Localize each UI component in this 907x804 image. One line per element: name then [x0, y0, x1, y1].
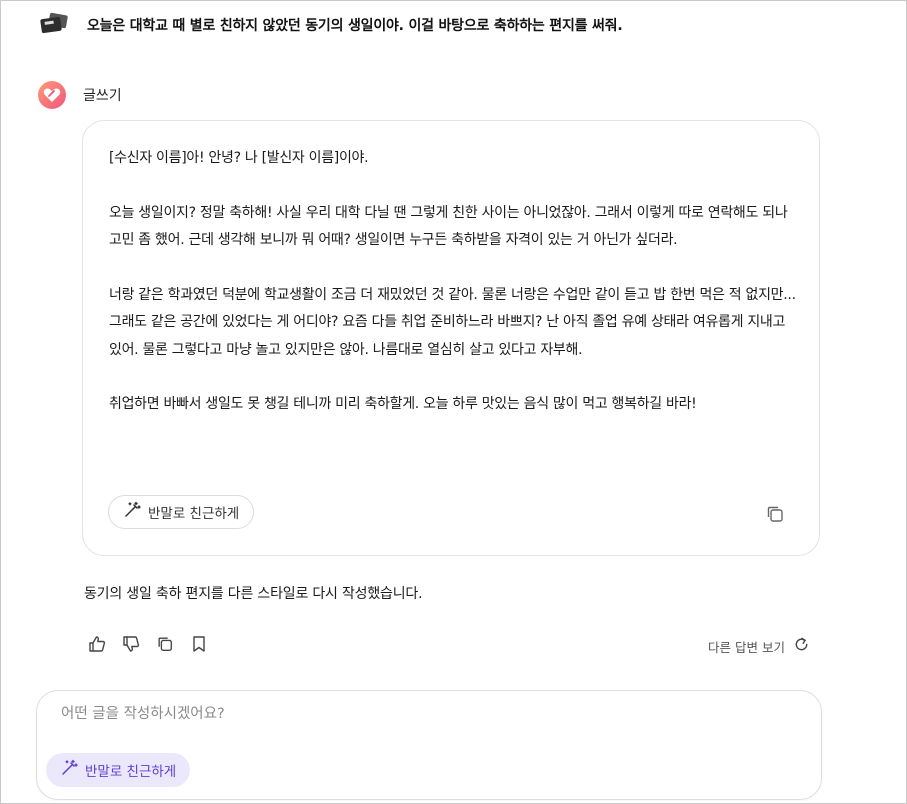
letter-content: [수신자 이름]아! 안녕? 나 [발신자 이름]이야. 오늘 생일이지? 정말…: [109, 145, 799, 446]
response-actions: [87, 634, 209, 654]
assistant-header: 글쓰기: [38, 81, 122, 109]
magic-wand-icon: [123, 501, 141, 523]
assistant-label: 글쓰기: [83, 88, 122, 104]
assistant-logo-icon: [38, 81, 66, 109]
user-avatar: [39, 11, 69, 39]
bookmark-icon[interactable]: [189, 634, 209, 654]
letter-paragraph: 너랑 같은 학과였던 덕분에 학교생활이 조금 더 재밌었던 것 같아. 물론 …: [109, 286, 796, 358]
letter-paragraph: 오늘 생일이지? 정말 축하해! 사실 우리 대학 다닐 땐 그렇게 친한 사이…: [109, 204, 788, 249]
letter-paragraph: 취업하면 바빠서 생일도 못 챙길 테니까 미리 축하할게. 오늘 하루 맛있는…: [109, 396, 697, 412]
input-style-chip-button[interactable]: 반말로 친근하게: [46, 753, 191, 787]
user-message-row: 오늘은 대학교 때 별로 친하지 않았던 동기의 생일이야. 이걸 바탕으로 축…: [39, 11, 623, 39]
style-chip-button[interactable]: 반말로 친근하게: [108, 495, 255, 529]
letter-paragraph: [수신자 이름]아! 안녕? 나 [발신자 이름]이야.: [109, 150, 369, 166]
user-message-text: 오늘은 대학교 때 별로 친하지 않았던 동기의 생일이야. 이걸 바탕으로 축…: [87, 18, 623, 34]
copy-icon[interactable]: [155, 634, 175, 654]
refresh-icon: [793, 636, 810, 656]
response-card: [수신자 이름]아! 안녕? 나 [발신자 이름]이야. 오늘 생일이지? 정말…: [82, 120, 820, 556]
regenerate-button[interactable]: 다른 답변 보기: [708, 636, 810, 656]
thumbs-up-icon[interactable]: [87, 634, 107, 654]
copy-icon[interactable]: [765, 504, 785, 524]
style-chip-label: 반말로 친근하게: [148, 506, 240, 522]
prompt-input-box: 반말로 친근하게: [36, 690, 822, 800]
regenerate-label: 다른 답변 보기: [708, 639, 785, 655]
input-style-chip-label: 반말로 친근하게: [85, 764, 177, 780]
response-summary: 동기의 생일 축하 편지를 다른 스타일로 다시 작성했습니다.: [84, 586, 423, 602]
magic-wand-icon: [60, 759, 78, 781]
thumbs-down-icon[interactable]: [121, 634, 141, 654]
prompt-input[interactable]: [59, 705, 763, 723]
